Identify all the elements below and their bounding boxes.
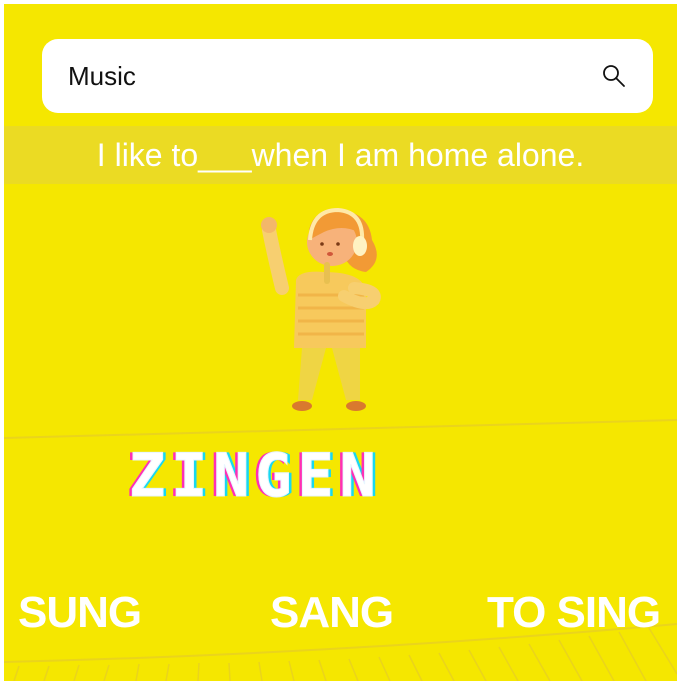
girl-singing-illustration (261, 207, 381, 411)
answer-options: SUNG SANG TO SING (4, 588, 677, 648)
search-bar[interactable]: Music (42, 39, 653, 113)
quiz-card: Music I like to___when I am home alone. (4, 4, 677, 681)
search-input[interactable]: Music (68, 61, 136, 92)
target-word: ZINGEN (129, 441, 382, 512)
option-to-sing[interactable]: TO SING (487, 588, 661, 638)
prompt-band: I like to___when I am home alone. (4, 126, 677, 184)
option-sung[interactable]: SUNG (18, 588, 142, 638)
option-sang[interactable]: SANG (270, 588, 394, 638)
prompt-sentence: I like to___when I am home alone. (96, 136, 585, 173)
search-icon[interactable] (601, 63, 627, 89)
